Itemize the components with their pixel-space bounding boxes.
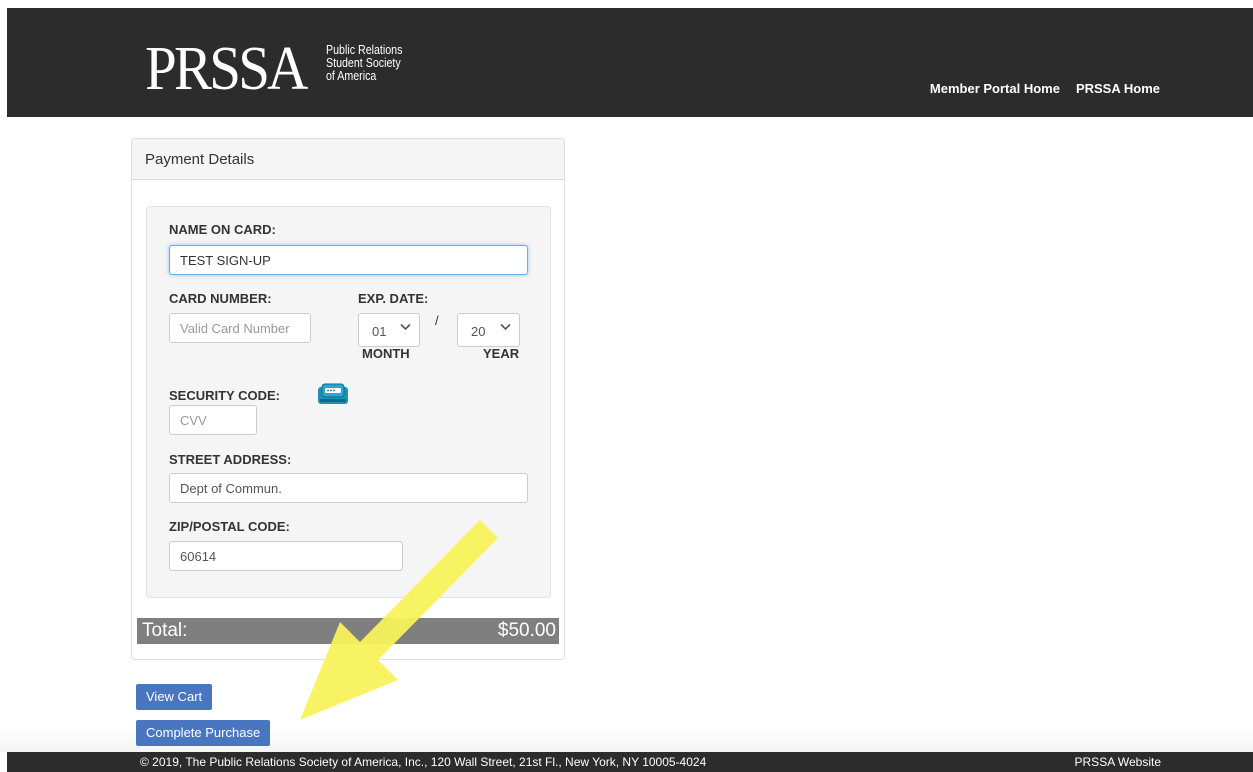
year-label: YEAR bbox=[483, 346, 520, 361]
logo-line: of America bbox=[325, 68, 376, 83]
footer-prssa-website-link[interactable]: PRSSA Website bbox=[1075, 755, 1161, 769]
view-cart-button[interactable]: View Cart bbox=[136, 684, 213, 710]
zip-code-label: ZIP/POSTAL CODE: bbox=[169, 519, 290, 534]
security-code-label: SECURITY CODE: bbox=[169, 383, 348, 404]
page: PRSSA Public Relations Student Society o… bbox=[0, 0, 1253, 772]
card-number-input[interactable]: Valid Card Number bbox=[169, 313, 311, 343]
name-on-card-input[interactable]: TEST SIGN-UP bbox=[169, 245, 528, 275]
exp-year-value: 20 bbox=[471, 324, 486, 339]
street-address-label: STREET ADDRESS: bbox=[169, 452, 292, 467]
total-value: $50.00 bbox=[497, 620, 556, 641]
card-cvv-icon bbox=[316, 383, 350, 405]
logo-mark: PRSSA bbox=[145, 35, 308, 103]
security-code-text: SECURITY CODE: bbox=[169, 388, 280, 403]
exp-separator: / bbox=[435, 313, 439, 328]
nav-member-portal-home[interactable]: Member Portal Home bbox=[930, 81, 1060, 96]
footer-copyright: © 2019, The Public Relations Society of … bbox=[140, 755, 707, 769]
cvv-input[interactable]: CVV bbox=[169, 405, 257, 435]
nav-prssa-home[interactable]: PRSSA Home bbox=[1076, 81, 1160, 96]
logo-tagline: Public Relations Student Society of Amer… bbox=[326, 43, 402, 82]
payment-details-panel: Payment Details NAME ON CARD: TEST SIGN-… bbox=[131, 138, 565, 660]
exp-date-label: EXP. DATE: bbox=[358, 291, 429, 306]
exp-month-value: 01 bbox=[372, 324, 387, 339]
total-label: Total: bbox=[142, 620, 188, 641]
site-header: PRSSA Public Relations Student Society o… bbox=[7, 8, 1253, 117]
exp-month-select[interactable]: 01 bbox=[358, 313, 420, 347]
month-label: MONTH bbox=[362, 346, 410, 361]
chevron-down-icon bbox=[400, 323, 411, 331]
chevron-down-icon bbox=[500, 323, 511, 331]
order-total-bar: Total: $50.00 bbox=[137, 618, 559, 644]
zip-code-input[interactable]: 60614 bbox=[169, 541, 403, 571]
payment-form: NAME ON CARD: TEST SIGN-UP CARD NUMBER: … bbox=[146, 206, 551, 598]
prssa-logo[interactable]: PRSSA Public Relations Student Society o… bbox=[145, 38, 419, 100]
exp-year-select[interactable]: 20 bbox=[457, 313, 520, 347]
site-footer: © 2019, The Public Relations Society of … bbox=[7, 752, 1253, 772]
street-address-input[interactable]: Dept of Commun. bbox=[169, 473, 528, 503]
complete-purchase-button[interactable]: Complete Purchase bbox=[136, 720, 271, 746]
name-on-card-label: NAME ON CARD: bbox=[169, 222, 276, 237]
card-number-label: CARD NUMBER: bbox=[169, 291, 272, 306]
panel-title: Payment Details bbox=[132, 139, 564, 180]
top-nav: Member Portal Home PRSSA Home bbox=[930, 81, 1160, 96]
